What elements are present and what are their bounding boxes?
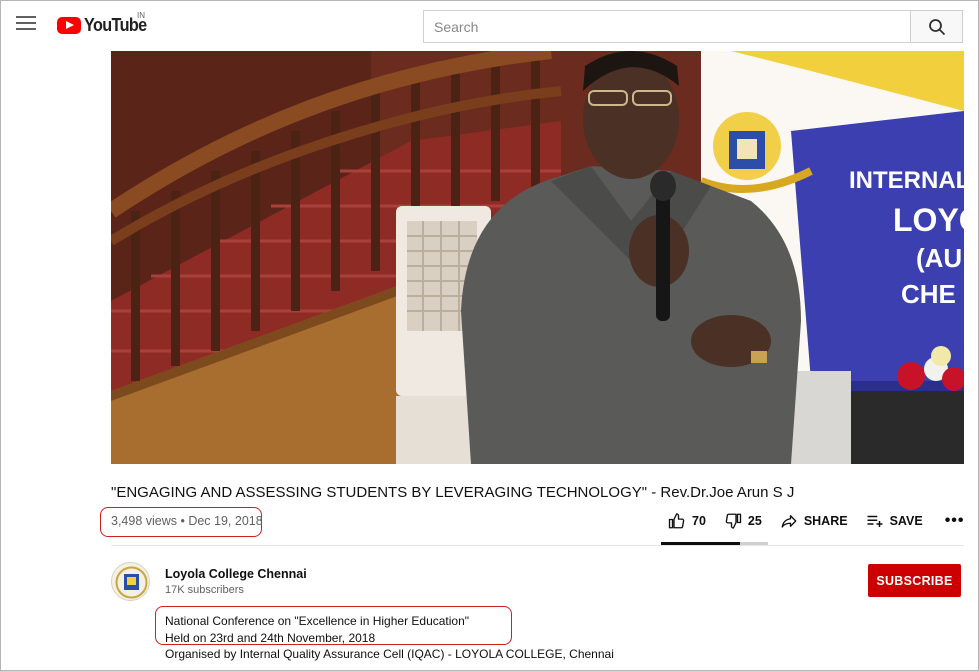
subscriber-count: 17K subscribers: [165, 584, 244, 596]
video-title: "ENGAGING AND ASSESSING STUDENTS BY LEVE…: [111, 484, 795, 501]
banner-line-2: LOYO: [893, 202, 964, 238]
like-count: 70: [692, 514, 706, 528]
search-bar: [423, 10, 963, 43]
video-frame: INTERNAL QUA LOYO (AU CHE: [111, 51, 964, 464]
description-line-1: National Conference on "Excellence in Hi…: [165, 614, 470, 628]
youtube-logo[interactable]: YouTube IN: [57, 11, 153, 36]
thumbs-down-icon: [725, 513, 742, 529]
description-line-2: Held on 23rd and 24th November, 2018: [165, 630, 376, 645]
subscribe-button[interactable]: SUBSCRIBE: [868, 564, 961, 597]
search-button[interactable]: [910, 10, 963, 43]
more-actions-button[interactable]: •••: [945, 512, 965, 530]
video-player[interactable]: INTERNAL QUA LOYO (AU CHE: [111, 51, 964, 464]
search-icon: [928, 18, 945, 35]
region-code: IN: [137, 11, 145, 20]
youtube-play-icon: [57, 17, 81, 34]
share-button[interactable]: SHARE: [780, 512, 848, 530]
save-label: SAVE: [889, 514, 923, 528]
like-button[interactable]: 70: [668, 512, 706, 530]
video-description: National Conference on "Excellence in Hi…: [165, 613, 614, 663]
share-label: SHARE: [803, 514, 848, 528]
banner-line-4: CHE: [901, 279, 956, 309]
search-input[interactable]: [423, 10, 910, 43]
channel-name[interactable]: Loyola College Chennai: [165, 567, 307, 581]
banner-line-1: INTERNAL QUA: [849, 167, 964, 194]
divider: [111, 545, 964, 546]
banner-line-3: (AU: [916, 243, 962, 273]
dislike-button[interactable]: 25: [724, 512, 762, 530]
thumbs-up-icon: [668, 513, 685, 529]
channel-avatar[interactable]: [111, 562, 150, 601]
description-line-3: Organised by Internal Quality Assurance …: [165, 647, 614, 661]
video-views-date: 3,498 views • Dec 19, 2018: [111, 514, 263, 528]
add-to-playlist-icon: [867, 515, 883, 527]
hamburger-menu-icon[interactable]: [16, 16, 36, 32]
dislike-count: 25: [747, 514, 762, 528]
save-button[interactable]: SAVE: [866, 512, 923, 530]
video-actions: 70 25 SHARE SAVE •••: [668, 512, 965, 530]
share-icon: [781, 515, 797, 528]
